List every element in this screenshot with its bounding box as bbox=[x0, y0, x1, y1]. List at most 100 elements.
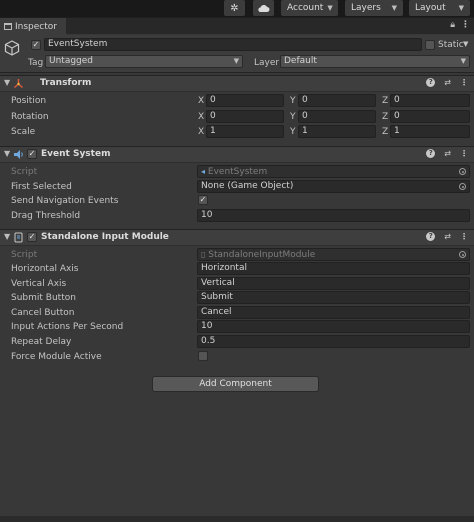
transform-header[interactable]: ▼ Transform ? ⇄ ⋮ bbox=[0, 75, 474, 92]
rotation-z-field[interactable]: 0 bbox=[390, 110, 470, 123]
rotation-label: Rotation bbox=[11, 112, 49, 122]
static-dropdown-caret[interactable]: ▼ bbox=[463, 40, 468, 48]
active-checkbox[interactable]: ✓ bbox=[31, 40, 41, 50]
x-axis-label: X bbox=[198, 127, 205, 137]
position-y-field[interactable]: 0 bbox=[298, 94, 376, 107]
layout-dropdown[interactable]: Layout ▼ bbox=[409, 0, 470, 16]
gameobject-cube-icon bbox=[4, 40, 20, 56]
chevron-down-icon: ▼ bbox=[391, 4, 397, 12]
kebab-menu-icon[interactable]: ⋮ bbox=[460, 149, 468, 158]
static-label: Static bbox=[438, 40, 464, 50]
kebab-menu-icon[interactable]: ⋮ bbox=[460, 78, 468, 87]
transform-title: Transform bbox=[40, 78, 92, 88]
event-system-header[interactable]: ▼ ✓ Event System ? ⇄ ⋮ bbox=[0, 146, 474, 163]
input-actions-per-second-field[interactable]: 10 bbox=[197, 320, 470, 333]
x-axis-label: X bbox=[198, 96, 205, 106]
object-picker-icon[interactable] bbox=[459, 183, 466, 190]
standalone-script-label: Script bbox=[11, 250, 38, 260]
preset-sliders-icon[interactable]: ⇄ bbox=[444, 149, 451, 158]
script-file-icon: ▯ bbox=[201, 250, 206, 259]
top-toolbar: ✲ Account ▼ Layers ▼ Layout ▼ bbox=[0, 0, 474, 17]
horizontal-axis-field[interactable]: Horizontal bbox=[197, 262, 470, 275]
object-picker-icon bbox=[459, 168, 466, 175]
component-header-icons: ? ⇄ ⋮ bbox=[426, 149, 468, 158]
transform-icon bbox=[14, 79, 23, 89]
rotation-x-field[interactable]: 0 bbox=[206, 110, 284, 123]
first-selected-label: First Selected bbox=[11, 182, 72, 192]
position-x-field[interactable]: 0 bbox=[206, 94, 284, 107]
foldout-arrow-icon[interactable]: ▼ bbox=[4, 149, 10, 158]
component-header-icons: ? ⇄ ⋮ bbox=[426, 232, 468, 241]
tag-label: Tag bbox=[28, 58, 44, 68]
drag-threshold-field[interactable]: 10 bbox=[197, 209, 470, 222]
send-navigation-events-label: Send Navigation Events bbox=[11, 196, 119, 206]
preset-sliders-icon[interactable]: ⇄ bbox=[444, 232, 451, 241]
rotation-y-field[interactable]: 0 bbox=[298, 110, 376, 123]
y-axis-label: Y bbox=[290, 112, 296, 122]
position-z-field[interactable]: 0 bbox=[390, 94, 470, 107]
preset-sliders-icon[interactable]: ⇄ bbox=[444, 78, 451, 87]
layout-label: Layout bbox=[415, 3, 446, 13]
layer-dropdown[interactable]: Default ▼ bbox=[280, 55, 470, 68]
z-axis-label: Z bbox=[382, 112, 389, 122]
object-header: ✓ EventSystem Static ▼ Tag Untagged ▼ La… bbox=[0, 35, 474, 73]
z-axis-label: Z bbox=[382, 127, 389, 137]
scale-z-field[interactable]: 1 bbox=[390, 125, 470, 138]
lock-icon[interactable]: 🔒︎ bbox=[450, 20, 455, 30]
tag-value: Untagged bbox=[49, 56, 94, 66]
cancel-button-field[interactable]: Cancel bbox=[197, 306, 470, 319]
standalone-enabled-checkbox[interactable]: ✓ bbox=[27, 232, 37, 242]
first-selected-field[interactable]: None (Game Object) bbox=[197, 180, 470, 193]
horizontal-axis-label: Horizontal Axis bbox=[11, 264, 79, 274]
object-name-field[interactable]: EventSystem bbox=[44, 38, 422, 51]
cancel-button-label: Cancel Button bbox=[11, 308, 75, 318]
event-system-enabled-checkbox[interactable]: ✓ bbox=[27, 149, 37, 159]
send-navigation-events-checkbox[interactable]: ✓ bbox=[198, 195, 208, 205]
kebab-menu-icon[interactable]: ⋮ bbox=[460, 232, 468, 241]
drag-threshold-label: Drag Threshold bbox=[11, 211, 81, 221]
standalone-input-module-header[interactable]: ▼ ✓ Standalone Input Module ? ⇄ ⋮ bbox=[0, 229, 474, 246]
component-header-icons: ? ⇄ ⋮ bbox=[426, 78, 468, 87]
submit-button-field[interactable]: Submit bbox=[197, 291, 470, 304]
bottom-border bbox=[0, 516, 474, 522]
add-component-button[interactable]: Add Component bbox=[152, 376, 319, 392]
static-checkbox[interactable] bbox=[425, 40, 435, 50]
chevron-down-icon: ▼ bbox=[460, 57, 466, 65]
event-system-script-label: Script bbox=[11, 167, 38, 177]
x-axis-label: X bbox=[198, 112, 205, 122]
event-system-script-value: EventSystem bbox=[207, 167, 268, 177]
account-label: Account bbox=[287, 3, 324, 13]
foldout-arrow-icon[interactable]: ▼ bbox=[4, 78, 10, 87]
chevron-down-icon: ▼ bbox=[458, 4, 464, 12]
scale-y-field[interactable]: 1 bbox=[298, 125, 376, 138]
account-dropdown[interactable]: Account ▼ bbox=[281, 0, 338, 16]
foldout-arrow-icon[interactable]: ▼ bbox=[4, 232, 10, 241]
tab-bar: Inspector 🔒︎ ⋮ bbox=[0, 17, 474, 35]
event-system-script-field: ◂ EventSystem bbox=[197, 165, 470, 178]
first-selected-value: None (Game Object) bbox=[201, 181, 294, 191]
chevron-down-icon: ▼ bbox=[327, 4, 333, 12]
input-actions-per-second-label: Input Actions Per Second bbox=[11, 322, 124, 332]
layers-dropdown[interactable]: Layers ▼ bbox=[345, 0, 403, 16]
help-icon[interactable]: ? bbox=[426, 78, 436, 87]
vertical-axis-field[interactable]: Vertical bbox=[197, 277, 470, 290]
repeat-delay-field[interactable]: 0.5 bbox=[197, 335, 470, 348]
z-axis-label: Z bbox=[382, 96, 389, 106]
tag-dropdown[interactable]: Untagged ▼ bbox=[45, 55, 243, 68]
submit-button-label: Submit Button bbox=[11, 293, 76, 303]
y-axis-label: Y bbox=[290, 127, 296, 137]
y-axis-label: Y bbox=[290, 96, 296, 106]
help-icon[interactable]: ? bbox=[426, 149, 436, 158]
event-system-icon bbox=[14, 150, 23, 159]
script-component-icon bbox=[14, 232, 23, 243]
layer-value: Default bbox=[284, 56, 317, 66]
scale-x-field[interactable]: 1 bbox=[206, 125, 284, 138]
object-picker-icon bbox=[459, 251, 466, 258]
services-button[interactable]: ✲ bbox=[224, 0, 245, 16]
chevron-down-icon: ▼ bbox=[233, 57, 239, 65]
help-icon[interactable]: ? bbox=[426, 232, 436, 241]
cloud-button[interactable] bbox=[253, 0, 274, 16]
kebab-menu-icon[interactable]: ⋮ bbox=[461, 20, 470, 30]
tab-inspector[interactable]: Inspector bbox=[0, 18, 66, 35]
force-module-active-checkbox[interactable] bbox=[198, 351, 208, 361]
